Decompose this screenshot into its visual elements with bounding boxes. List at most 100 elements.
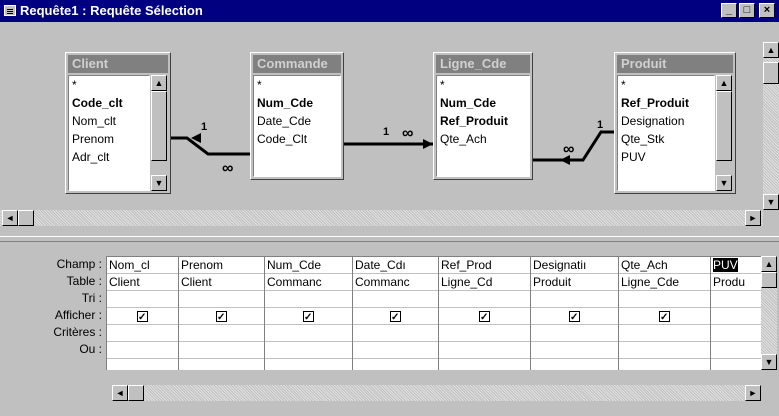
- window-title-bar[interactable]: Requête1 : Requête Sélection _ □ ×: [0, 0, 779, 22]
- criteres-cell[interactable]: [439, 325, 530, 342]
- afficher-cell[interactable]: [265, 308, 352, 325]
- field-item[interactable]: *: [437, 76, 529, 94]
- show-checkbox[interactable]: [569, 309, 580, 324]
- ou-cell[interactable]: [619, 342, 710, 359]
- field-item[interactable]: Designation: [618, 112, 714, 130]
- champ-cell[interactable]: Designatiı: [531, 257, 618, 274]
- scroll-left-icon[interactable]: ◄: [2, 210, 18, 226]
- tri-cell[interactable]: [353, 291, 438, 308]
- table-produit-field-list[interactable]: * Ref_Produit Designation Qte_Stk PUV: [617, 75, 715, 191]
- grid-column[interactable]: Nom_cl Client: [107, 257, 179, 370]
- table-commande-title[interactable]: Commande: [253, 55, 341, 73]
- ou-cell[interactable]: [265, 342, 352, 359]
- criteres-cell[interactable]: [107, 325, 178, 342]
- diagram-vertical-scrollbar[interactable]: ▲ ▼: [763, 22, 779, 210]
- table-cell[interactable]: Ligne_Cd: [439, 274, 530, 291]
- field-item-key[interactable]: Num_Cde: [254, 94, 340, 112]
- table-client[interactable]: Client * Code_clt Nom_clt Prenom Adr_clt…: [65, 52, 171, 194]
- tri-cell[interactable]: [619, 291, 710, 308]
- show-checkbox[interactable]: [659, 309, 670, 324]
- scroll-thumb[interactable]: [18, 210, 34, 226]
- show-checkbox[interactable]: [479, 309, 490, 324]
- scroll-down-icon[interactable]: ▼: [716, 175, 732, 191]
- afficher-cell[interactable]: [439, 308, 530, 325]
- scroll-down-icon[interactable]: ▼: [761, 354, 777, 370]
- table-ligne-cde-title[interactable]: Ligne_Cde: [436, 55, 530, 73]
- scroll-right-icon[interactable]: ►: [745, 385, 761, 401]
- afficher-cell[interactable]: [619, 308, 710, 325]
- scroll-track[interactable]: [0, 210, 763, 226]
- table-cell[interactable]: Client: [179, 274, 264, 291]
- scroll-down-icon[interactable]: ▼: [763, 194, 779, 210]
- table-cell[interactable]: Client: [107, 274, 178, 291]
- scroll-thumb[interactable]: [151, 91, 167, 161]
- afficher-cell[interactable]: [179, 308, 264, 325]
- champ-cell[interactable]: PUV: [711, 257, 761, 274]
- champ-cell[interactable]: Date_Cdı: [353, 257, 438, 274]
- table-cell[interactable]: Ligne_Cde: [619, 274, 710, 291]
- query-window-icon[interactable]: [4, 5, 16, 16]
- tri-cell[interactable]: [531, 291, 618, 308]
- grid-column[interactable]: Designatiı Produit: [531, 257, 619, 370]
- scroll-thumb[interactable]: [716, 91, 732, 161]
- show-checkbox[interactable]: [303, 309, 314, 324]
- scroll-up-icon[interactable]: ▲: [761, 256, 777, 272]
- afficher-cell[interactable]: [531, 308, 618, 325]
- grid-cells[interactable]: Nom_clClientPrenomClientNum_CdeCommancDa…: [106, 256, 761, 370]
- field-item[interactable]: Qte_Ach: [437, 130, 529, 148]
- scroll-up-icon[interactable]: ▲: [716, 75, 732, 91]
- table-cell[interactable]: Produ: [711, 274, 761, 291]
- scroll-down-icon[interactable]: ▼: [151, 175, 167, 191]
- show-checkbox[interactable]: [390, 309, 401, 324]
- tri-cell[interactable]: [107, 291, 178, 308]
- table-client-title[interactable]: Client: [68, 55, 168, 73]
- afficher-cell[interactable]: [107, 308, 178, 325]
- tri-cell[interactable]: [439, 291, 530, 308]
- field-item-key[interactable]: Ref_Produit: [437, 112, 529, 130]
- scroll-left-icon[interactable]: ◄: [112, 385, 128, 401]
- field-item[interactable]: Qte_Stk: [618, 130, 714, 148]
- close-button[interactable]: ×: [759, 3, 775, 18]
- criteres-cell[interactable]: [179, 325, 264, 342]
- afficher-cell[interactable]: [353, 308, 438, 325]
- grid-column[interactable]: Ref_Prod Ligne_Cd: [439, 257, 531, 370]
- field-item[interactable]: *: [618, 76, 714, 94]
- tri-cell[interactable]: [265, 291, 352, 308]
- criteres-cell[interactable]: [619, 325, 710, 342]
- grid-column[interactable]: Prenom Client: [179, 257, 265, 370]
- table-produit-title[interactable]: Produit: [617, 55, 733, 73]
- field-item-key[interactable]: Num_Cde: [437, 94, 529, 112]
- tri-cell[interactable]: [179, 291, 264, 308]
- champ-cell[interactable]: Prenom: [179, 257, 264, 274]
- query-design-grid[interactable]: Champ : Table : Tri : Afficher : Critère…: [0, 242, 779, 416]
- grid-column[interactable]: Date_Cdı Commanc: [353, 257, 439, 370]
- ou-cell[interactable]: [353, 342, 438, 359]
- field-item[interactable]: Nom_clt: [69, 112, 149, 130]
- grid-vertical-scrollbar[interactable]: ▲ ▼: [761, 256, 777, 370]
- scroll-right-icon[interactable]: ►: [745, 210, 761, 226]
- criteres-cell[interactable]: [531, 325, 618, 342]
- maximize-button[interactable]: □: [739, 3, 755, 18]
- field-item[interactable]: Date_Cde: [254, 112, 340, 130]
- grid-column[interactable]: PUV Produ: [711, 257, 761, 370]
- ou-cell[interactable]: [711, 342, 761, 359]
- champ-cell[interactable]: Num_Cde: [265, 257, 352, 274]
- scroll-track[interactable]: [112, 385, 761, 401]
- champ-cell[interactable]: Qte_Ach: [619, 257, 710, 274]
- table-client-field-list[interactable]: * Code_clt Nom_clt Prenom Adr_clt: [68, 75, 150, 191]
- table-commande[interactable]: Commande * Num_Cde Date_Cde Code_Clt: [250, 52, 344, 180]
- scroll-up-icon[interactable]: ▲: [151, 75, 167, 91]
- show-checkbox[interactable]: [216, 309, 227, 324]
- field-item[interactable]: Code_Clt: [254, 130, 340, 148]
- grid-horizontal-scrollbar[interactable]: ◄ ►: [112, 385, 761, 401]
- table-client-scrollbar[interactable]: ▲ ▼: [150, 75, 168, 191]
- criteres-cell[interactable]: [353, 325, 438, 342]
- table-ligne-cde-field-list[interactable]: * Num_Cde Ref_Produit Qte_Ach: [436, 75, 530, 177]
- field-item[interactable]: *: [69, 76, 149, 94]
- diagram-horizontal-scrollbar[interactable]: ◄ ►: [0, 210, 763, 226]
- table-commande-field-list[interactable]: * Num_Cde Date_Cde Code_Clt: [253, 75, 341, 177]
- grid-column[interactable]: Num_Cde Commanc: [265, 257, 353, 370]
- criteres-cell[interactable]: [265, 325, 352, 342]
- field-item[interactable]: Prenom: [69, 130, 149, 148]
- table-produit-scrollbar[interactable]: ▲ ▼: [715, 75, 733, 191]
